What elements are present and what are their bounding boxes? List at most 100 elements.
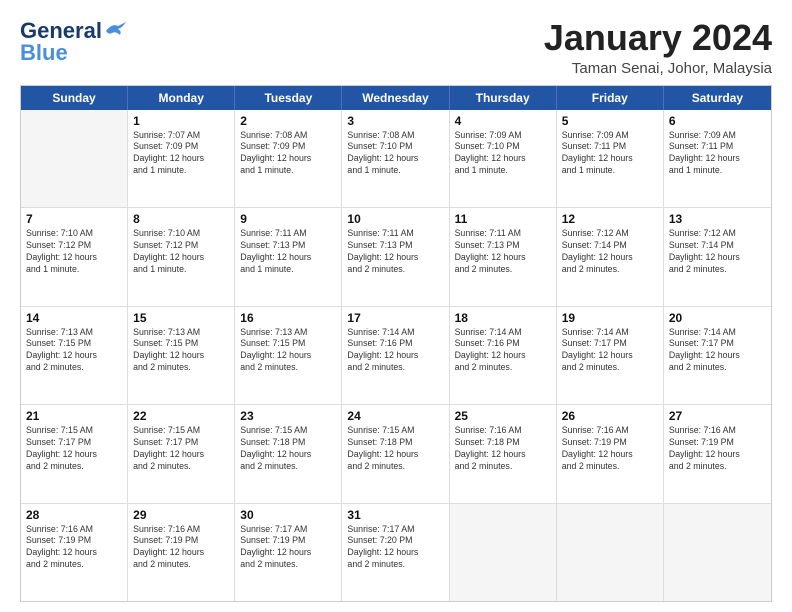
calendar-day-cell: 14 Sunrise: 7:13 AM Sunset: 7:15 PM Dayli…: [21, 307, 128, 404]
day-number: 16: [240, 311, 336, 325]
day-info: Sunrise: 7:14 AM Sunset: 7:17 PM Dayligh…: [669, 327, 766, 375]
day-number: 14: [26, 311, 122, 325]
calendar-week-3: 14 Sunrise: 7:13 AM Sunset: 7:15 PM Dayli…: [21, 307, 771, 405]
day-number: 27: [669, 409, 766, 423]
day-info: Sunrise: 7:11 AM Sunset: 7:13 PM Dayligh…: [455, 228, 551, 276]
calendar-day-cell: 15 Sunrise: 7:13 AM Sunset: 7:15 PM Dayli…: [128, 307, 235, 404]
day-info: Sunrise: 7:10 AM Sunset: 7:12 PM Dayligh…: [133, 228, 229, 276]
day-number: 30: [240, 508, 336, 522]
day-info: Sunrise: 7:15 AM Sunset: 7:18 PM Dayligh…: [347, 425, 443, 473]
day-info: Sunrise: 7:14 AM Sunset: 7:17 PM Dayligh…: [562, 327, 658, 375]
day-number: 12: [562, 212, 658, 226]
day-number: 15: [133, 311, 229, 325]
day-info: Sunrise: 7:08 AM Sunset: 7:10 PM Dayligh…: [347, 130, 443, 178]
calendar-day-cell: 24 Sunrise: 7:15 AM Sunset: 7:18 PM Dayli…: [342, 405, 449, 502]
location: Taman Senai, Johor, Malaysia: [544, 60, 772, 77]
day-info: Sunrise: 7:15 AM Sunset: 7:17 PM Dayligh…: [133, 425, 229, 473]
day-info: Sunrise: 7:16 AM Sunset: 7:19 PM Dayligh…: [133, 524, 229, 572]
calendar-day-cell: 1Sunrise: 7:07 AM Sunset: 7:09 PM Daylig…: [128, 110, 235, 207]
calendar-day-cell: 21 Sunrise: 7:15 AM Sunset: 7:17 PM Dayli…: [21, 405, 128, 502]
day-info: Sunrise: 7:16 AM Sunset: 7:18 PM Dayligh…: [455, 425, 551, 473]
day-info: Sunrise: 7:15 AM Sunset: 7:17 PM Dayligh…: [26, 425, 122, 473]
day-info: Sunrise: 7:17 AM Sunset: 7:20 PM Dayligh…: [347, 524, 443, 572]
day-of-week-sunday: Sunday: [21, 86, 128, 110]
day-number: 28: [26, 508, 122, 522]
month-title: January 2024: [544, 18, 772, 58]
day-info: Sunrise: 7:07 AM Sunset: 7:09 PM Dayligh…: [133, 130, 229, 178]
calendar-day-cell: 3 Sunrise: 7:08 AM Sunset: 7:10 PM Daylig…: [342, 110, 449, 207]
header: General Blue January 2024 Taman Senai, J…: [20, 18, 772, 77]
day-number: 26: [562, 409, 658, 423]
day-info: Sunrise: 7:17 AM Sunset: 7:19 PM Dayligh…: [240, 524, 336, 572]
calendar-day-cell: 20Sunrise: 7:14 AM Sunset: 7:17 PM Dayli…: [664, 307, 771, 404]
calendar-week-1: 1Sunrise: 7:07 AM Sunset: 7:09 PM Daylig…: [21, 110, 771, 208]
calendar-day-cell: 31 Sunrise: 7:17 AM Sunset: 7:20 PM Dayli…: [342, 504, 449, 601]
day-info: Sunrise: 7:12 AM Sunset: 7:14 PM Dayligh…: [669, 228, 766, 276]
calendar-day-cell: [557, 504, 664, 601]
calendar-day-cell: 30 Sunrise: 7:17 AM Sunset: 7:19 PM Dayli…: [235, 504, 342, 601]
day-of-week-wednesday: Wednesday: [342, 86, 449, 110]
calendar-day-cell: 23 Sunrise: 7:15 AM Sunset: 7:18 PM Dayli…: [235, 405, 342, 502]
day-number: 11: [455, 212, 551, 226]
day-number: 8: [133, 212, 229, 226]
day-info: Sunrise: 7:09 AM Sunset: 7:11 PM Dayligh…: [669, 130, 766, 178]
day-of-week-monday: Monday: [128, 86, 235, 110]
calendar-day-cell: 2Sunrise: 7:08 AM Sunset: 7:09 PM Daylig…: [235, 110, 342, 207]
calendar-day-cell: 27Sunrise: 7:16 AM Sunset: 7:19 PM Dayli…: [664, 405, 771, 502]
calendar-day-cell: 17Sunrise: 7:14 AM Sunset: 7:16 PM Dayli…: [342, 307, 449, 404]
day-number: 5: [562, 114, 658, 128]
logo-bottom-text: Blue: [20, 40, 68, 66]
day-number: 4: [455, 114, 551, 128]
day-number: 7: [26, 212, 122, 226]
day-of-week-thursday: Thursday: [450, 86, 557, 110]
calendar-week-5: 28 Sunrise: 7:16 AM Sunset: 7:19 PM Dayli…: [21, 504, 771, 601]
calendar-day-cell: 13 Sunrise: 7:12 AM Sunset: 7:14 PM Dayli…: [664, 208, 771, 305]
calendar-day-cell: 9 Sunrise: 7:11 AM Sunset: 7:13 PM Daylig…: [235, 208, 342, 305]
day-number: 22: [133, 409, 229, 423]
calendar-day-cell: 10 Sunrise: 7:11 AM Sunset: 7:13 PM Dayli…: [342, 208, 449, 305]
calendar-day-cell: 8 Sunrise: 7:10 AM Sunset: 7:12 PM Daylig…: [128, 208, 235, 305]
logo-bird-icon: [104, 21, 126, 41]
day-number: 25: [455, 409, 551, 423]
day-number: 9: [240, 212, 336, 226]
calendar-day-cell: 7 Sunrise: 7:10 AM Sunset: 7:12 PM Daylig…: [21, 208, 128, 305]
calendar: SundayMondayTuesdayWednesdayThursdayFrid…: [20, 85, 772, 602]
calendar-day-cell: 4Sunrise: 7:09 AM Sunset: 7:10 PM Daylig…: [450, 110, 557, 207]
day-number: 3: [347, 114, 443, 128]
calendar-day-cell: 16Sunrise: 7:13 AM Sunset: 7:15 PM Dayli…: [235, 307, 342, 404]
day-number: 13: [669, 212, 766, 226]
day-number: 24: [347, 409, 443, 423]
day-number: 23: [240, 409, 336, 423]
day-number: 21: [26, 409, 122, 423]
logo: General Blue: [20, 18, 126, 66]
day-number: 19: [562, 311, 658, 325]
day-number: 18: [455, 311, 551, 325]
day-of-week-saturday: Saturday: [664, 86, 771, 110]
day-number: 10: [347, 212, 443, 226]
day-info: Sunrise: 7:11 AM Sunset: 7:13 PM Dayligh…: [347, 228, 443, 276]
calendar-day-cell: 26Sunrise: 7:16 AM Sunset: 7:19 PM Dayli…: [557, 405, 664, 502]
title-area: January 2024 Taman Senai, Johor, Malaysi…: [544, 18, 772, 77]
calendar-day-cell: 12Sunrise: 7:12 AM Sunset: 7:14 PM Dayli…: [557, 208, 664, 305]
calendar-day-cell: 6Sunrise: 7:09 AM Sunset: 7:11 PM Daylig…: [664, 110, 771, 207]
day-number: 31: [347, 508, 443, 522]
day-info: Sunrise: 7:14 AM Sunset: 7:16 PM Dayligh…: [347, 327, 443, 375]
day-info: Sunrise: 7:13 AM Sunset: 7:15 PM Dayligh…: [26, 327, 122, 375]
day-number: 2: [240, 114, 336, 128]
calendar-day-cell: 22 Sunrise: 7:15 AM Sunset: 7:17 PM Dayli…: [128, 405, 235, 502]
day-info: Sunrise: 7:16 AM Sunset: 7:19 PM Dayligh…: [26, 524, 122, 572]
calendar-day-cell: [21, 110, 128, 207]
day-info: Sunrise: 7:14 AM Sunset: 7:16 PM Dayligh…: [455, 327, 551, 375]
calendar-week-2: 7 Sunrise: 7:10 AM Sunset: 7:12 PM Daylig…: [21, 208, 771, 306]
day-info: Sunrise: 7:10 AM Sunset: 7:12 PM Dayligh…: [26, 228, 122, 276]
calendar-day-cell: 18 Sunrise: 7:14 AM Sunset: 7:16 PM Dayli…: [450, 307, 557, 404]
day-info: Sunrise: 7:15 AM Sunset: 7:18 PM Dayligh…: [240, 425, 336, 473]
day-info: Sunrise: 7:09 AM Sunset: 7:11 PM Dayligh…: [562, 130, 658, 178]
calendar-day-cell: 5 Sunrise: 7:09 AM Sunset: 7:11 PM Daylig…: [557, 110, 664, 207]
calendar-day-cell: [664, 504, 771, 601]
day-info: Sunrise: 7:11 AM Sunset: 7:13 PM Dayligh…: [240, 228, 336, 276]
calendar-day-cell: 19 Sunrise: 7:14 AM Sunset: 7:17 PM Dayli…: [557, 307, 664, 404]
day-info: Sunrise: 7:13 AM Sunset: 7:15 PM Dayligh…: [133, 327, 229, 375]
page: General Blue January 2024 Taman Senai, J…: [0, 0, 792, 612]
day-of-week-friday: Friday: [557, 86, 664, 110]
